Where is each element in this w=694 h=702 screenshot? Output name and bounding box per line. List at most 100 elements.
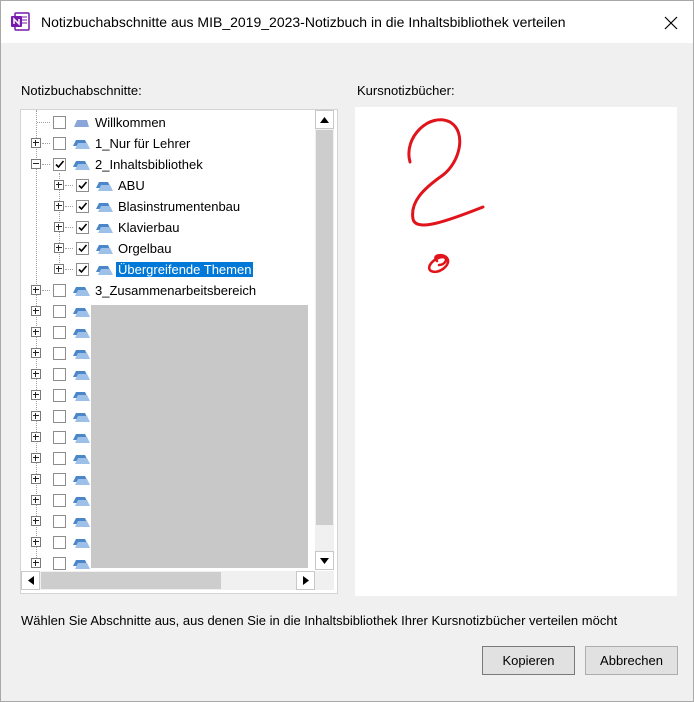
tree-item-label: 3_Zusammenarbeitsbereich xyxy=(95,283,257,298)
section-group-icon xyxy=(72,285,90,297)
section-group-icon xyxy=(72,558,90,570)
expand-icon[interactable] xyxy=(54,264,64,274)
section-group-icon xyxy=(72,327,90,339)
checkbox[interactable] xyxy=(53,410,66,423)
section-group-icon xyxy=(72,306,90,318)
tree-item-label-selected: Übergreifende Themen xyxy=(116,262,254,277)
tree-item-label: Blasinstrumentenbau xyxy=(118,199,241,214)
scroll-up-button[interactable] xyxy=(315,110,334,129)
checkmark-icon xyxy=(55,160,65,169)
expand-icon[interactable] xyxy=(31,327,41,337)
tree-item-uebergreifende-themen[interactable]: Übergreifende Themen xyxy=(21,259,311,280)
dialog-window: Notizbuchabschnitte aus MIB_2019_2023-No… xyxy=(0,0,694,702)
checkbox[interactable] xyxy=(53,452,66,465)
section-group-icon xyxy=(72,474,90,486)
checkbox[interactable] xyxy=(53,116,66,129)
tree-item-abu[interactable]: ABU xyxy=(21,175,311,196)
cancel-button[interactable]: Abbrechen xyxy=(585,646,678,675)
checkbox[interactable] xyxy=(53,473,66,486)
expand-icon[interactable] xyxy=(31,285,41,295)
checkbox[interactable] xyxy=(76,263,89,276)
copy-button[interactable]: Kopieren xyxy=(482,646,575,675)
horizontal-scrollbar[interactable] xyxy=(21,571,315,590)
checkbox[interactable] xyxy=(53,515,66,528)
tree-connector xyxy=(65,269,73,270)
tree-connector xyxy=(42,290,50,291)
tree-item-klavierbau[interactable]: Klavierbau xyxy=(21,217,311,238)
tree-item-willkommen[interactable]: Willkommen xyxy=(21,112,311,133)
checkmark-icon xyxy=(78,181,88,190)
checkmark-icon xyxy=(78,265,88,274)
checkbox[interactable] xyxy=(53,557,66,570)
expand-icon[interactable] xyxy=(31,306,41,316)
sections-tree[interactable]: Willkommen 1_Nur für Lehrer 2_Inhaltsbib… xyxy=(20,109,338,594)
expand-icon[interactable] xyxy=(31,516,41,526)
checkbox[interactable] xyxy=(53,284,66,297)
question-mark-annotation xyxy=(407,118,485,274)
course-notebooks-label: Kursnotizbücher: xyxy=(357,83,455,98)
arrow-up-icon xyxy=(320,116,329,123)
checkbox[interactable] xyxy=(53,494,66,507)
section-group-icon xyxy=(95,243,113,255)
expand-icon[interactable] xyxy=(31,453,41,463)
checkbox[interactable] xyxy=(53,389,66,402)
checkbox[interactable] xyxy=(53,326,66,339)
title-bar: Notizbuchabschnitte aus MIB_2019_2023-No… xyxy=(1,1,693,43)
course-notebooks-list[interactable] xyxy=(355,107,677,596)
tree-connector xyxy=(42,164,50,165)
expand-icon[interactable] xyxy=(31,348,41,358)
section-group-icon xyxy=(72,432,90,444)
tree-item-nur-fuer-lehrer[interactable]: 1_Nur für Lehrer xyxy=(21,133,311,154)
checkbox[interactable] xyxy=(53,305,66,318)
checkbox[interactable] xyxy=(53,536,66,549)
tree-item-label: ABU xyxy=(118,178,145,193)
checkmark-icon xyxy=(78,202,88,211)
tree-item-blasinstrumentenbau[interactable]: Blasinstrumentenbau xyxy=(21,196,311,217)
checkbox[interactable] xyxy=(53,431,66,444)
expand-icon[interactable] xyxy=(31,474,41,484)
scroll-left-button[interactable] xyxy=(21,571,40,590)
section-group-icon xyxy=(72,369,90,381)
checkbox[interactable] xyxy=(76,179,89,192)
expand-icon[interactable] xyxy=(54,243,64,253)
expand-icon[interactable] xyxy=(31,390,41,400)
scroll-right-button[interactable] xyxy=(296,571,315,590)
section-group-icon xyxy=(72,516,90,528)
tree-item-orgelbau[interactable]: Orgelbau xyxy=(21,238,311,259)
scroll-down-button[interactable] xyxy=(315,551,334,570)
expand-icon[interactable] xyxy=(54,222,64,232)
expand-icon[interactable] xyxy=(31,558,41,568)
expand-icon[interactable] xyxy=(54,201,64,211)
horizontal-scroll-thumb[interactable] xyxy=(41,572,221,589)
arrow-right-icon xyxy=(302,576,309,585)
expand-icon[interactable] xyxy=(31,537,41,547)
tree-item-label: Klavierbau xyxy=(118,220,180,235)
section-group-icon xyxy=(95,264,113,276)
section-group-icon xyxy=(72,453,90,465)
section-icon xyxy=(72,117,90,129)
checkbox[interactable] xyxy=(53,158,66,171)
checkbox[interactable] xyxy=(76,221,89,234)
expand-icon[interactable] xyxy=(31,411,41,421)
expand-icon[interactable] xyxy=(54,180,64,190)
checkbox[interactable] xyxy=(53,137,66,150)
tree-item-zusammenarbeitsbereich[interactable]: 3_Zusammenarbeitsbereich xyxy=(21,280,311,301)
section-group-icon xyxy=(72,390,90,402)
tree-item-label: 1_Nur für Lehrer xyxy=(95,136,191,151)
expand-icon[interactable] xyxy=(31,138,41,148)
checkbox[interactable] xyxy=(53,347,66,360)
vertical-scroll-thumb[interactable] xyxy=(316,130,333,525)
section-group-icon xyxy=(95,180,113,192)
checkbox[interactable] xyxy=(76,242,89,255)
close-button[interactable] xyxy=(657,9,685,37)
expand-icon[interactable] xyxy=(31,369,41,379)
section-group-icon xyxy=(72,495,90,507)
tree-item-inhaltsbibliothek[interactable]: 2_Inhaltsbibliothek xyxy=(21,154,311,175)
checkbox[interactable] xyxy=(76,200,89,213)
checkbox[interactable] xyxy=(53,368,66,381)
expand-icon[interactable] xyxy=(31,495,41,505)
vertical-scrollbar[interactable] xyxy=(315,110,334,570)
collapse-icon[interactable] xyxy=(31,159,41,169)
expand-icon[interactable] xyxy=(31,432,41,442)
section-group-icon xyxy=(95,201,113,213)
